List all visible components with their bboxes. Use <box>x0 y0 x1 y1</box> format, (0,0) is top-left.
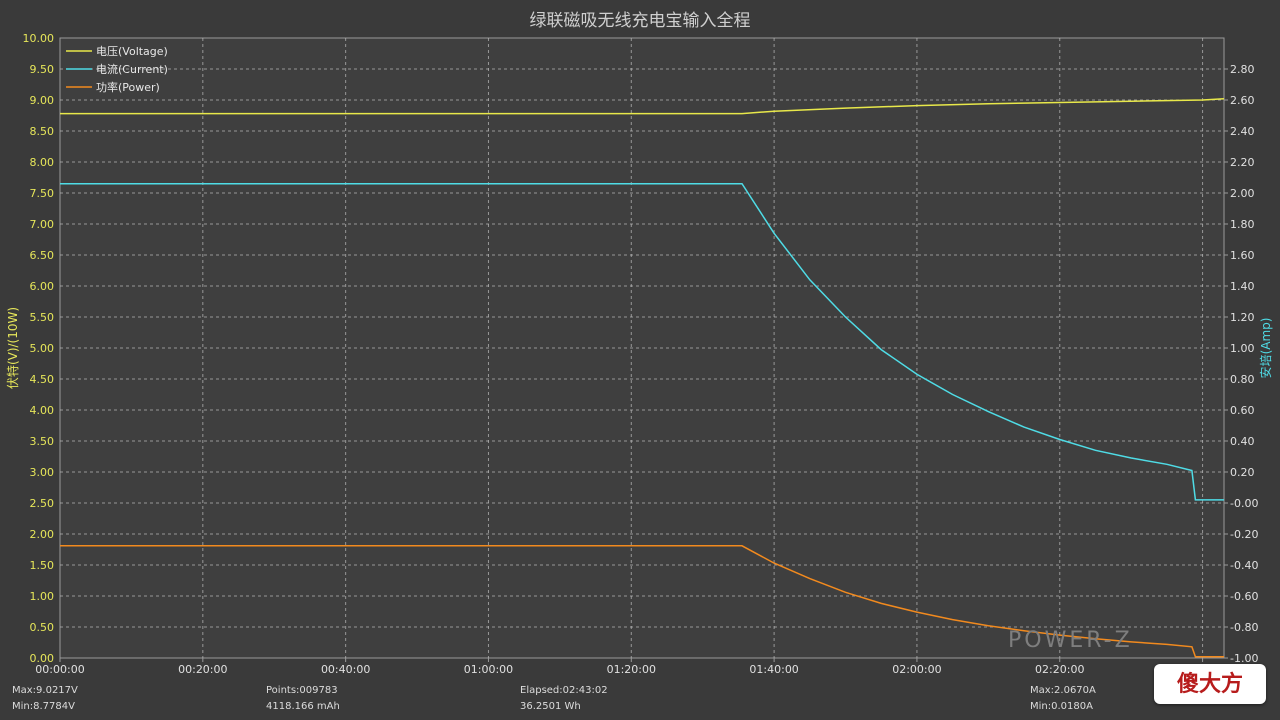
right-tick-label: -0.60 <box>1230 590 1258 603</box>
left-tick-label: 8.50 <box>30 125 55 138</box>
stat-wh: 36.2501 Wh <box>520 701 581 712</box>
y-axis-right-label: 安培(Amp) <box>1258 318 1273 379</box>
legend-entry: 电压(Voltage) <box>96 45 168 58</box>
right-tick-label: 1.20 <box>1230 311 1255 324</box>
left-tick-label: 10.00 <box>23 32 55 45</box>
left-tick-label: 8.00 <box>30 156 55 169</box>
watermark-logo: 傻大方 <box>1154 664 1266 704</box>
left-tick-label: 5.00 <box>30 342 55 355</box>
x-tick-label: 01:40:00 <box>749 663 798 676</box>
right-tick-label: 1.40 <box>1230 280 1255 293</box>
left-tick-label: 1.50 <box>30 559 55 572</box>
x-tick-label: 02:20:00 <box>1035 663 1084 676</box>
right-tick-label: 0.60 <box>1230 404 1255 417</box>
y-axis-left-label: 伏特(V)/(10W) <box>5 307 20 389</box>
stat-min-current: Min:0.0180A <box>1030 701 1093 712</box>
x-tick-label: 01:00:00 <box>464 663 513 676</box>
x-tick-label: 01:20:00 <box>607 663 656 676</box>
left-tick-label: 3.50 <box>30 435 55 448</box>
left-tick-label: 9.00 <box>30 94 55 107</box>
x-tick-label: 00:40:00 <box>321 663 370 676</box>
right-tick-label: 2.60 <box>1230 94 1255 107</box>
left-tick-label: 6.00 <box>30 280 55 293</box>
chart: 0.000.501.001.502.002.503.003.504.004.50… <box>5 32 1273 676</box>
left-tick-label: 2.50 <box>30 497 55 510</box>
stat-mah: 4118.166 mAh <box>266 701 340 712</box>
left-tick-label: 1.00 <box>30 590 55 603</box>
stat-points: Points:009783 <box>266 685 338 696</box>
left-tick-label: 7.00 <box>30 218 55 231</box>
left-tick-label: 4.50 <box>30 373 55 386</box>
stat-max-voltage: Max:9.0217V <box>12 685 78 696</box>
right-tick-label: -0.40 <box>1230 559 1258 572</box>
left-tick-label: 6.50 <box>30 249 55 262</box>
stat-elapsed: Elapsed:02:43:02 <box>520 685 608 696</box>
right-tick-label: -0.00 <box>1230 497 1258 510</box>
left-tick-label: 5.50 <box>30 311 55 324</box>
left-tick-label: 9.50 <box>30 63 55 76</box>
right-tick-label: 0.80 <box>1230 373 1255 386</box>
left-tick-label: 3.00 <box>30 466 55 479</box>
right-tick-label: 2.40 <box>1230 125 1255 138</box>
legend-entry: 电流(Current) <box>96 62 168 76</box>
legend-entry: 功率(Power) <box>96 80 160 94</box>
right-tick-label: 1.60 <box>1230 249 1255 262</box>
right-tick-label: -0.80 <box>1230 621 1258 634</box>
left-tick-label: 4.00 <box>30 404 55 417</box>
right-tick-label: -0.20 <box>1230 528 1258 541</box>
brand-logo: POWER-Z <box>1008 628 1133 653</box>
stat-max-current: Max:2.0670A <box>1030 685 1096 696</box>
right-tick-label: 2.20 <box>1230 156 1255 169</box>
chart-title: 绿联磁吸无线充电宝输入全程 <box>529 11 751 31</box>
left-tick-label: 7.50 <box>30 187 55 200</box>
left-tick-label: 0.50 <box>30 621 55 634</box>
right-tick-label: 1.00 <box>1230 342 1255 355</box>
right-tick-label: 0.20 <box>1230 466 1255 479</box>
right-tick-label: 0.40 <box>1230 435 1255 448</box>
stat-min-voltage: Min:8.7784V <box>12 701 75 712</box>
x-tick-label: 00:00:00 <box>35 663 84 676</box>
right-tick-label: 1.80 <box>1230 218 1255 231</box>
right-tick-label: 2.80 <box>1230 63 1255 76</box>
left-tick-label: 2.00 <box>30 528 55 541</box>
x-tick-label: 02:00:00 <box>892 663 941 676</box>
right-tick-label: 2.00 <box>1230 187 1255 200</box>
x-tick-label: 00:20:00 <box>178 663 227 676</box>
